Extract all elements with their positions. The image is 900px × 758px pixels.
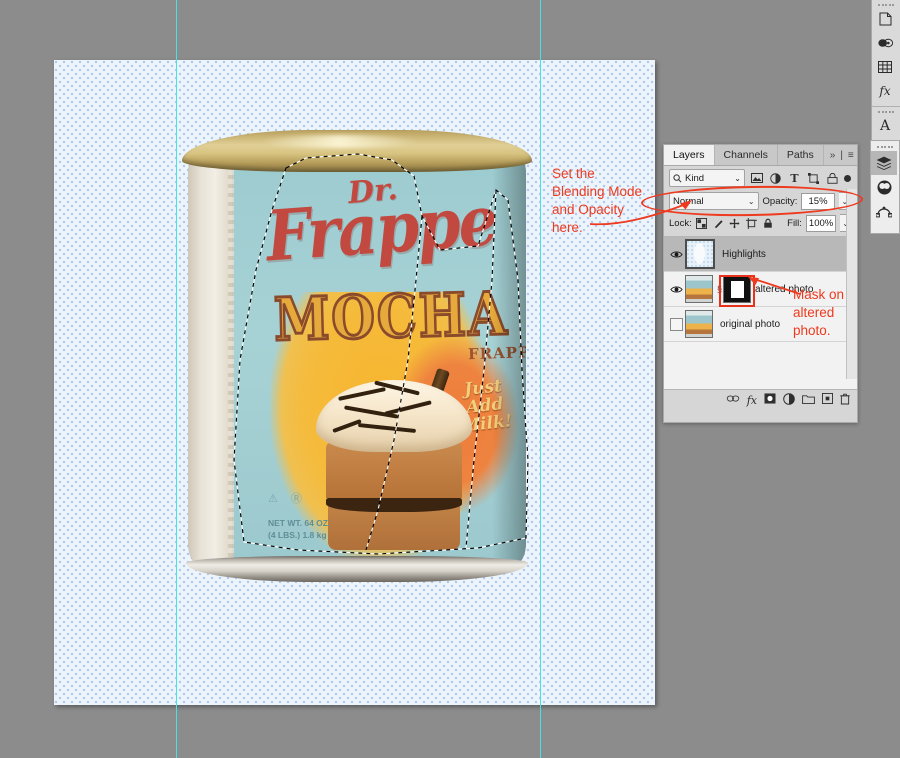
layer-thumbnail[interactable] [685,239,715,269]
eye-icon [669,250,683,258]
pixel-layer-icon[interactable] [749,171,764,186]
tab-channels[interactable]: Channels [715,145,778,165]
fill-label: Fill: [787,217,802,229]
annotation-line: Mask on [793,287,845,302]
filter-kind-label: Kind [685,172,705,184]
layer-name[interactable]: original photo [716,319,780,330]
character-icon[interactable]: A [872,114,898,138]
torn-paper-edge [188,152,234,564]
mask-arrow [748,277,801,295]
delete-layer-icon[interactable] [840,393,850,408]
can-lid [182,130,532,172]
panel-menu-icon[interactable]: ≡ [848,150,854,161]
tab-paths[interactable]: Paths [778,145,824,165]
lid-highlight [259,135,420,148]
dock-group-1: fx [872,0,900,107]
adjustment-layer-icon[interactable] [783,392,795,408]
adjustments-icon[interactable] [871,175,897,199]
layer-visibility-toggle[interactable] [667,237,685,271]
mask-annotation: Mask on altered photo. [793,286,881,340]
panel-scrollbar[interactable] [846,189,857,379]
blend-opacity-arrow [589,200,692,226]
layers-icon[interactable] [871,151,897,175]
filter-toggle-dot[interactable] [844,174,851,182]
layer-visibility-toggle[interactable] [667,272,685,306]
search-icon [673,173,682,182]
adjustment-layer-icon[interactable] [768,171,783,186]
link-layers-icon[interactable] [726,394,740,406]
lock-image-icon[interactable] [712,216,724,231]
eye-off-box [669,317,683,331]
add-mask-icon[interactable] [764,393,776,407]
paths-icon[interactable] [871,199,897,223]
net-weight-text: NET WT. 64 OZ. (4 LBS.) 1.8 kg [268,517,330,543]
fill-input[interactable]: 100% [805,214,837,232]
smart-object-icon[interactable] [825,171,840,186]
layer-visibility-toggle[interactable] [667,307,685,341]
collapse-panel-icon[interactable]: » [830,150,836,161]
tab-layers[interactable]: Layers [664,145,715,165]
label-symbols: ⚠ Ⓡ [268,493,307,505]
guide-left [176,0,177,758]
product-can-image[interactable]: Dr. Frappe MOCHA FRAPPE Just Add Milk! [178,130,536,582]
right-dock-panel-group[interactable] [870,140,900,234]
can-body: Dr. Frappe MOCHA FRAPPE Just Add Milk! [188,152,526,564]
history-icon[interactable] [872,7,898,31]
filter-kind-select[interactable]: Kind ⌄ [669,169,745,187]
properties-grid-icon[interactable] [872,55,898,79]
dock-grip[interactable] [871,141,899,149]
layer-thumbnail[interactable] [685,275,713,303]
guide-right [540,0,541,758]
chevron-down-icon[interactable]: ⌄ [734,174,741,183]
layer-name[interactable]: Highlights [718,249,766,260]
eye-icon [669,285,683,293]
annotation-line: Set the [552,166,595,181]
color-swatches-icon[interactable] [872,31,898,55]
type-layer-icon[interactable]: T [787,171,802,186]
lock-all-icon[interactable] [762,216,774,231]
brand-name: Frappe [263,179,499,278]
lock-position-icon[interactable] [729,216,741,231]
layer-row-highlights[interactable]: Highlights [664,237,857,272]
new-layer-icon[interactable] [822,393,833,407]
annotation-line: altered [793,304,835,320]
fx-styles-icon[interactable]: fx [872,79,898,103]
coffee-bottom-layer [328,506,460,550]
frappe-drink-illustration [314,367,474,550]
net-weight-line-1: NET WT. 64 OZ. [268,517,331,528]
can-right-shading [492,152,526,564]
annotation-line: photo. [793,322,831,338]
tab-divider: | [840,149,843,161]
flavor-name: MOCHA [272,277,511,355]
panel-tab-bar: Layers Channels Paths » | ≡ [664,145,857,166]
net-weight-line-2: (4 LBS.) 1.8 kg [268,530,327,541]
layer-style-fx-icon[interactable]: fx [747,394,757,407]
lock-artboard-icon[interactable] [745,216,757,231]
layer-thumbnail[interactable] [685,310,713,338]
panel-footer-toolbar: fx [664,390,857,410]
can-label-field: Dr. Frappe MOCHA FRAPPE Just Add Milk! [228,152,526,564]
shape-layer-icon[interactable] [806,171,821,186]
new-group-icon[interactable] [802,394,815,407]
can-bottom-rim [186,556,528,582]
